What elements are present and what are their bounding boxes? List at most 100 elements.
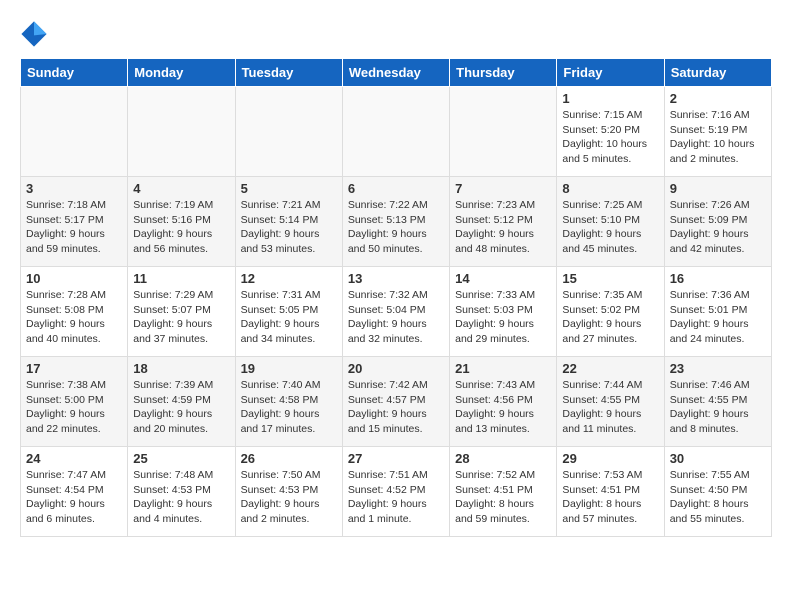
day-number: 17 (26, 361, 122, 376)
calendar-cell: 25 Sunrise: 7:48 AM Sunset: 4:53 PM Dayli… (128, 447, 235, 537)
day-number: 12 (241, 271, 337, 286)
day-info: Sunrise: 7:39 AM Sunset: 4:59 PM Dayligh… (133, 378, 229, 437)
day-info: Sunrise: 7:42 AM Sunset: 4:57 PM Dayligh… (348, 378, 444, 437)
day-number: 1 (562, 91, 658, 106)
day-number: 4 (133, 181, 229, 196)
calendar-cell: 19Sunrise: 7:40 AM Sunset: 4:58 PM Dayli… (235, 357, 342, 447)
calendar-cell: 23 Sunrise: 7:46 AM Sunset: 4:55 PM Dayli… (664, 357, 771, 447)
day-info: Sunrise: 7:31 AM Sunset: 5:05 PM Dayligh… (241, 288, 337, 347)
calendar-week-row: 17 Sunrise: 7:38 AM Sunset: 5:00 PM Dayli… (21, 357, 772, 447)
calendar-cell: 12 Sunrise: 7:31 AM Sunset: 5:05 PM Dayli… (235, 267, 342, 357)
calendar-cell (342, 87, 449, 177)
day-number: 14 (455, 271, 551, 286)
day-number: 18 (133, 361, 229, 376)
calendar-cell: 6 Sunrise: 7:22 AM Sunset: 5:13 PM Daylig… (342, 177, 449, 267)
calendar-cell: 2 Sunrise: 7:16 AM Sunset: 5:19 PM Daylig… (664, 87, 771, 177)
day-info: Sunrise: 7:51 AM Sunset: 4:52 PM Dayligh… (348, 468, 444, 527)
day-number: 25 (133, 451, 229, 466)
day-number: 16 (670, 271, 766, 286)
day-info: Sunrise: 7:19 AM Sunset: 5:16 PM Dayligh… (133, 198, 229, 257)
calendar-cell: 15 Sunrise: 7:35 AM Sunset: 5:02 PM Dayli… (557, 267, 664, 357)
day-info: Sunrise: 7:28 AM Sunset: 5:08 PM Dayligh… (26, 288, 122, 347)
day-number: 27 (348, 451, 444, 466)
day-number: 23 (670, 361, 766, 376)
calendar-cell: 24 Sunrise: 7:47 AM Sunset: 4:54 PM Dayli… (21, 447, 128, 537)
day-number: 11 (133, 271, 229, 286)
calendar-cell: 5Sunrise: 7:21 AM Sunset: 5:14 PM Daylig… (235, 177, 342, 267)
day-info: Sunrise: 7:38 AM Sunset: 5:00 PM Dayligh… (26, 378, 122, 437)
day-number: 29 (562, 451, 658, 466)
calendar-cell (450, 87, 557, 177)
day-info: Sunrise: 7:22 AM Sunset: 5:13 PM Dayligh… (348, 198, 444, 257)
calendar-cell: 20 Sunrise: 7:42 AM Sunset: 4:57 PM Dayli… (342, 357, 449, 447)
day-info: Sunrise: 7:46 AM Sunset: 4:55 PM Dayligh… (670, 378, 766, 437)
calendar-cell: 13Sunrise: 7:32 AM Sunset: 5:04 PM Dayli… (342, 267, 449, 357)
calendar-cell: 29 Sunrise: 7:53 AM Sunset: 4:51 PM Dayli… (557, 447, 664, 537)
calendar-cell (21, 87, 128, 177)
day-number: 15 (562, 271, 658, 286)
calendar-cell: 16 Sunrise: 7:36 AM Sunset: 5:01 PM Dayli… (664, 267, 771, 357)
calendar-week-row: 10 Sunrise: 7:28 AM Sunset: 5:08 PM Dayli… (21, 267, 772, 357)
day-info: Sunrise: 7:43 AM Sunset: 4:56 PM Dayligh… (455, 378, 551, 437)
logo (20, 20, 52, 48)
logo-icon (20, 20, 48, 48)
day-number: 9 (670, 181, 766, 196)
day-info: Sunrise: 7:25 AM Sunset: 5:10 PM Dayligh… (562, 198, 658, 257)
calendar-cell: 8 Sunrise: 7:25 AM Sunset: 5:10 PM Daylig… (557, 177, 664, 267)
weekday-header-friday: Friday (557, 59, 664, 87)
calendar-cell: 27 Sunrise: 7:51 AM Sunset: 4:52 PM Dayli… (342, 447, 449, 537)
day-number: 24 (26, 451, 122, 466)
day-number: 20 (348, 361, 444, 376)
calendar-cell: 22 Sunrise: 7:44 AM Sunset: 4:55 PM Dayli… (557, 357, 664, 447)
weekday-header-thursday: Thursday (450, 59, 557, 87)
calendar-cell: 30 Sunrise: 7:55 AM Sunset: 4:50 PM Dayli… (664, 447, 771, 537)
weekday-header-wednesday: Wednesday (342, 59, 449, 87)
calendar-cell (235, 87, 342, 177)
calendar-week-row: 24 Sunrise: 7:47 AM Sunset: 4:54 PM Dayli… (21, 447, 772, 537)
day-number: 10 (26, 271, 122, 286)
day-info: Sunrise: 7:23 AM Sunset: 5:12 PM Dayligh… (455, 198, 551, 257)
calendar-week-row: 3 Sunrise: 7:18 AM Sunset: 5:17 PM Daylig… (21, 177, 772, 267)
weekday-header-saturday: Saturday (664, 59, 771, 87)
day-number: 21 (455, 361, 551, 376)
day-info: Sunrise: 7:16 AM Sunset: 5:19 PM Dayligh… (670, 108, 766, 167)
day-info: Sunrise: 7:29 AM Sunset: 5:07 PM Dayligh… (133, 288, 229, 347)
calendar-cell: 21 Sunrise: 7:43 AM Sunset: 4:56 PM Dayli… (450, 357, 557, 447)
calendar-cell: 11 Sunrise: 7:29 AM Sunset: 5:07 PM Dayli… (128, 267, 235, 357)
calendar-cell (128, 87, 235, 177)
day-info: Sunrise: 7:35 AM Sunset: 5:02 PM Dayligh… (562, 288, 658, 347)
day-info: Sunrise: 7:55 AM Sunset: 4:50 PM Dayligh… (670, 468, 766, 527)
day-info: Sunrise: 7:15 AM Sunset: 5:20 PM Dayligh… (562, 108, 658, 167)
day-number: 8 (562, 181, 658, 196)
day-info: Sunrise: 7:44 AM Sunset: 4:55 PM Dayligh… (562, 378, 658, 437)
calendar-cell: 10 Sunrise: 7:28 AM Sunset: 5:08 PM Dayli… (21, 267, 128, 357)
weekday-header-sunday: Sunday (21, 59, 128, 87)
day-number: 7 (455, 181, 551, 196)
day-number: 28 (455, 451, 551, 466)
day-info: Sunrise: 7:48 AM Sunset: 4:53 PM Dayligh… (133, 468, 229, 527)
calendar-cell: 1 Sunrise: 7:15 AM Sunset: 5:20 PM Daylig… (557, 87, 664, 177)
weekday-header-monday: Monday (128, 59, 235, 87)
calendar-cell: 14Sunrise: 7:33 AM Sunset: 5:03 PM Dayli… (450, 267, 557, 357)
calendar-header-row: SundayMondayTuesdayWednesdayThursdayFrid… (21, 59, 772, 87)
calendar-cell: 7 Sunrise: 7:23 AM Sunset: 5:12 PM Daylig… (450, 177, 557, 267)
day-info: Sunrise: 7:36 AM Sunset: 5:01 PM Dayligh… (670, 288, 766, 347)
day-number: 3 (26, 181, 122, 196)
calendar-cell: 3 Sunrise: 7:18 AM Sunset: 5:17 PM Daylig… (21, 177, 128, 267)
calendar-cell: 18 Sunrise: 7:39 AM Sunset: 4:59 PM Dayli… (128, 357, 235, 447)
weekday-header-tuesday: Tuesday (235, 59, 342, 87)
day-number: 30 (670, 451, 766, 466)
day-info: Sunrise: 7:47 AM Sunset: 4:54 PM Dayligh… (26, 468, 122, 527)
page-header (20, 20, 772, 48)
day-number: 22 (562, 361, 658, 376)
day-info: Sunrise: 7:50 AM Sunset: 4:53 PM Dayligh… (241, 468, 337, 527)
day-number: 2 (670, 91, 766, 106)
calendar-cell: 17 Sunrise: 7:38 AM Sunset: 5:00 PM Dayli… (21, 357, 128, 447)
calendar-cell: 28 Sunrise: 7:52 AM Sunset: 4:51 PM Dayli… (450, 447, 557, 537)
day-number: 6 (348, 181, 444, 196)
day-info: Sunrise: 7:53 AM Sunset: 4:51 PM Dayligh… (562, 468, 658, 527)
calendar-cell: 4 Sunrise: 7:19 AM Sunset: 5:16 PM Daylig… (128, 177, 235, 267)
calendar-week-row: 1 Sunrise: 7:15 AM Sunset: 5:20 PM Daylig… (21, 87, 772, 177)
day-info: Sunrise: 7:52 AM Sunset: 4:51 PM Dayligh… (455, 468, 551, 527)
day-info: Sunrise: 7:18 AM Sunset: 5:17 PM Dayligh… (26, 198, 122, 257)
